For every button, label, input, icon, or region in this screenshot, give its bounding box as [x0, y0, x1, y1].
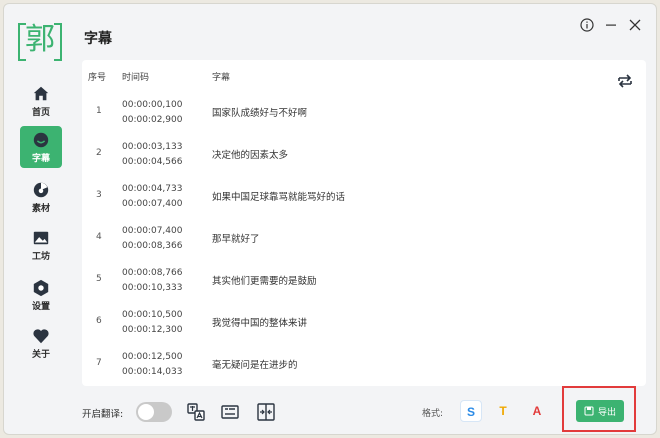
close-icon	[629, 19, 641, 31]
row-timecode: 00:00:00,100 00:00:02,900	[122, 98, 182, 128]
subtitle-box-icon	[221, 405, 239, 419]
row-text[interactable]: 决定他的因素太多	[212, 147, 288, 161]
row-index: 6	[96, 316, 102, 326]
table-row[interactable]: 4 00:00:07,400 00:00:08,366 那早就好了	[82, 216, 646, 258]
subtitle-table: 序号 时间码 字幕 1 00:00:00,100 00:00:02,900 国家队…	[82, 60, 646, 386]
end-time: 00:00:14,033	[122, 367, 183, 377]
format-t-button[interactable]: T	[492, 400, 514, 422]
table-header: 序号 时间码 字幕	[82, 68, 646, 88]
heart-icon	[33, 328, 49, 343]
end-time: 00:00:12,300	[122, 325, 183, 335]
bottom-toolbar: 开启翻译: 格式: S T A 导出	[74, 386, 656, 434]
table-row[interactable]: 3 00:00:04,733 00:00:07,400 如果中国足球靠骂就能骂好的…	[82, 174, 646, 216]
table-row[interactable]: 1 00:00:00,100 00:00:02,900 国家队成绩好与不好啊	[82, 90, 646, 132]
end-time: 00:00:10,333	[122, 283, 183, 293]
close-button[interactable]	[628, 18, 642, 32]
page-title: 字幕	[84, 31, 112, 47]
export-button[interactable]: 导出	[576, 400, 624, 422]
header-time: 时间码	[122, 73, 150, 83]
sidebar-item-label: 首页	[31, 107, 50, 118]
row-timecode: 00:00:12,500 00:00:14,033	[122, 350, 182, 380]
row-text[interactable]: 其实他们更需要的是鼓励	[212, 273, 317, 287]
row-timecode: 00:00:08,766 00:00:10,333	[122, 266, 182, 296]
row-index: 1	[96, 106, 102, 116]
table-row[interactable]: 5 00:00:08,766 00:00:10,333 其实他们更需要的是鼓励	[82, 258, 646, 300]
row-index: 7	[96, 358, 102, 368]
translate-toggle[interactable]	[136, 402, 172, 422]
minimize-button[interactable]	[604, 18, 618, 32]
start-time: 00:00:03,133	[122, 142, 183, 152]
sidebar-item-label: 设置	[31, 301, 50, 312]
image-icon	[33, 231, 49, 244]
table-row[interactable]: 2 00:00:03,133 00:00:04,566 决定他的因素太多	[82, 132, 646, 174]
row-timecode: 00:00:04,733 00:00:07,400	[122, 182, 182, 212]
subtitle-icon	[33, 132, 49, 147]
row-index: 2	[96, 148, 102, 158]
split-icon	[257, 403, 275, 421]
sidebar-item-material[interactable]: 素材	[20, 176, 62, 218]
row-text[interactable]: 国家队成绩好与不好啊	[212, 105, 307, 119]
minimize-icon	[606, 24, 616, 26]
sidebar-item-settings[interactable]: 设置	[20, 274, 62, 316]
end-time: 00:00:07,400	[122, 199, 183, 209]
start-time: 00:00:04,733	[122, 184, 183, 194]
start-time: 00:00:10,500	[122, 310, 183, 320]
split-button[interactable]	[256, 402, 276, 422]
settings-icon	[33, 279, 49, 296]
translate-label: 开启翻译:	[82, 409, 124, 420]
row-text[interactable]: 我觉得中国的整体来讲	[212, 315, 307, 329]
swap-icon[interactable]	[616, 72, 634, 90]
window-controls	[580, 18, 642, 32]
sidebar-item-workshop[interactable]: 工坊	[20, 224, 62, 266]
format-a-button[interactable]: A	[526, 400, 548, 422]
app-window: 郭 首页 字幕 素材 工坊 设置 关于 字幕 序号 时间码 字幕 1 00:00…	[3, 3, 657, 435]
sidebar-item-label: 素材	[31, 203, 50, 214]
export-label: 导出	[597, 407, 616, 418]
app-logo: 郭	[18, 20, 62, 61]
translate-icon	[187, 403, 205, 421]
subtitle-style-button[interactable]	[220, 402, 240, 422]
start-time: 00:00:07,400	[122, 226, 183, 236]
format-label: 格式:	[422, 409, 444, 419]
table-row[interactable]: 6 00:00:10,500 00:00:12,300 我觉得中国的整体来讲	[82, 300, 646, 342]
sidebar-item-about[interactable]: 关于	[20, 322, 62, 364]
sidebar-item-label: 关于	[31, 349, 50, 360]
translate-button[interactable]	[186, 402, 206, 422]
row-timecode: 00:00:07,400 00:00:08,366	[122, 224, 182, 254]
row-text[interactable]: 毫无疑问是在进步的	[212, 357, 298, 371]
sidebar-item-subtitle[interactable]: 字幕	[20, 126, 62, 168]
row-text[interactable]: 那早就好了	[212, 231, 260, 245]
sidebar: 郭 首页 字幕 素材 工坊 设置 关于	[4, 4, 74, 434]
sidebar-item-label: 工坊	[31, 251, 50, 262]
format-s-button[interactable]: S	[460, 400, 482, 422]
row-timecode: 00:00:10,500 00:00:12,300	[122, 308, 182, 338]
row-timecode: 00:00:03,133 00:00:04,566	[122, 140, 182, 170]
home-icon	[33, 86, 49, 100]
start-time: 00:00:12,500	[122, 352, 183, 362]
row-text[interactable]: 如果中国足球靠骂就能骂好的话	[212, 189, 345, 203]
sidebar-item-label: 字幕	[31, 153, 50, 164]
row-index: 3	[96, 190, 102, 200]
end-time: 00:00:02,900	[122, 115, 183, 125]
end-time: 00:00:04,566	[122, 157, 183, 167]
table-row[interactable]: 7 00:00:12,500 00:00:14,033 毫无疑问是在进步的	[82, 342, 646, 384]
row-index: 5	[96, 274, 102, 284]
start-time: 00:00:00,100	[122, 100, 183, 110]
start-time: 00:00:08,766	[122, 268, 183, 278]
sidebar-item-home[interactable]: 首页	[20, 80, 62, 122]
header-text: 字幕	[212, 73, 231, 83]
info-button[interactable]	[580, 18, 594, 32]
save-icon	[584, 406, 594, 416]
header-index: 序号	[88, 73, 107, 83]
row-index: 4	[96, 232, 102, 242]
material-icon	[33, 182, 49, 197]
end-time: 00:00:08,366	[122, 241, 183, 251]
info-icon	[580, 18, 594, 32]
